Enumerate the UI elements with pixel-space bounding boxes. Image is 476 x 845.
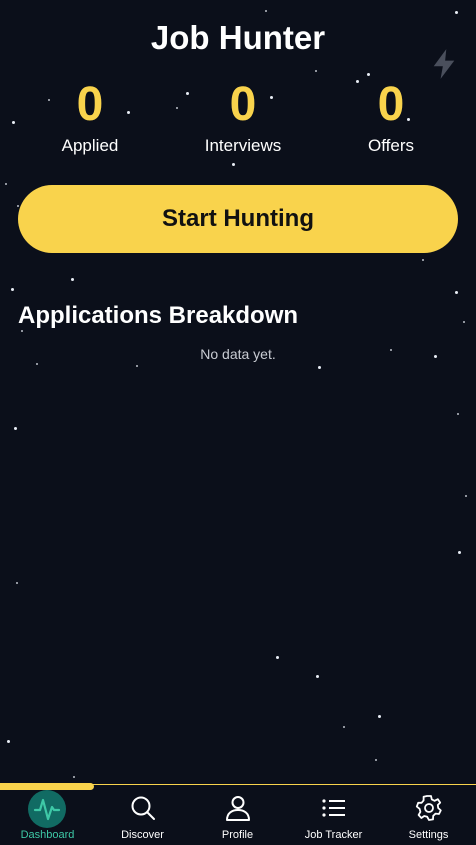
tab-discover[interactable]: Discover xyxy=(95,786,190,844)
stat-offers: 0 Offers xyxy=(321,76,461,156)
stat-applied-label: Applied xyxy=(61,136,119,155)
tab-job-tracker[interactable]: Job Tracker xyxy=(286,786,381,844)
tab-profile-label: Profile xyxy=(221,829,254,841)
app-title: Job Hunter xyxy=(150,19,326,56)
user-icon xyxy=(226,796,250,821)
stat-interviews: 0 Interviews xyxy=(173,76,313,156)
tab-settings-label: Settings xyxy=(408,829,449,841)
list-icon xyxy=(322,799,345,817)
stat-applied-value: 0 xyxy=(76,78,104,131)
tab-settings[interactable]: Settings xyxy=(381,786,476,844)
tab-dashboard[interactable]: Dashboard xyxy=(0,786,95,844)
stat-interviews-value: 0 xyxy=(229,78,257,131)
breakdown-empty-text: No data yet. xyxy=(200,346,276,362)
tab-profile[interactable]: Profile xyxy=(190,786,285,844)
gear-icon xyxy=(415,795,442,821)
stat-offers-value: 0 xyxy=(377,78,405,131)
tab-dashboard-label: Dashboard xyxy=(20,829,75,841)
stat-applied: 0 Applied xyxy=(20,76,160,156)
tab-job-tracker-label: Job Tracker xyxy=(304,829,363,841)
stat-offers-label: Offers xyxy=(368,136,414,155)
activity-icon xyxy=(33,798,61,821)
tab-discover-label: Discover xyxy=(121,829,164,841)
breakdown-title: Applications Breakdown xyxy=(18,302,299,329)
stat-interviews-label: Interviews xyxy=(204,136,282,155)
stats-row: 0 Applied 0 Interviews 0 Offers xyxy=(0,76,476,166)
start-hunting-button[interactable]: Start Hunting xyxy=(18,185,458,253)
search-icon xyxy=(131,796,155,820)
